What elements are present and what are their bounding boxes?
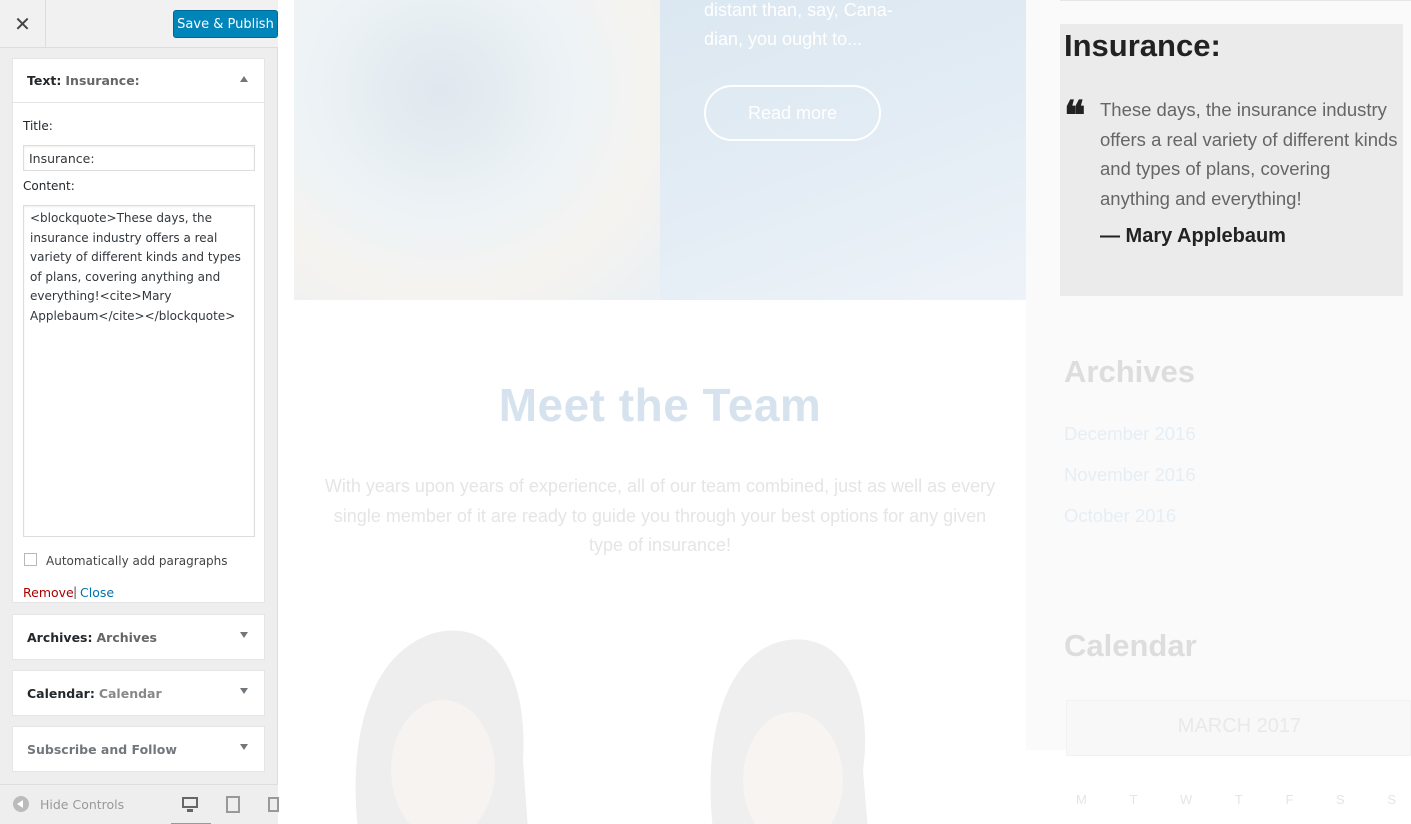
team-description: With years upon years of experience, all…	[324, 476, 996, 555]
widget-title-label: Insurance:	[65, 73, 140, 88]
widget-type-label: Text:	[27, 73, 62, 88]
calendar-widget-header[interactable]: Calendar: Calendar	[13, 671, 264, 715]
divider	[1060, 0, 1411, 1]
archive-link[interactable]: October 2016	[1064, 505, 1176, 527]
weekday: T	[1234, 792, 1243, 807]
site-preview: distant than, say, Cana-dian, you ought …	[278, 0, 1411, 824]
calendar-widget-title: Calendar	[1064, 628, 1197, 663]
insurance-widget-title: Insurance:	[1064, 28, 1221, 63]
calendar-widget[interactable]: Calendar: Calendar	[12, 670, 265, 716]
close-icon: ✕	[14, 12, 31, 36]
save-publish-button[interactable]: Save & Publish	[173, 10, 278, 38]
widget-title-label: Archives	[96, 629, 158, 645]
insurance-cite: — Mary Applebaum	[1100, 225, 1286, 247]
weekday: S	[1387, 792, 1396, 807]
expand-arrow-icon[interactable]	[240, 688, 248, 694]
text-widget-header[interactable]: Text: Insurance:	[13, 59, 264, 103]
calendar-month: MARCH 2017	[1177, 715, 1302, 737]
title-label: Title:	[23, 119, 53, 133]
team-title: Meet the Team	[498, 379, 822, 431]
collapse-icon	[13, 796, 29, 812]
customizer-footer: Hide Controls	[0, 784, 279, 824]
weekday: M	[1076, 792, 1087, 807]
hide-controls-button[interactable]: Hide Controls	[13, 796, 124, 812]
team-member-photo	[673, 620, 878, 824]
archive-link[interactable]: December 2016	[1064, 423, 1196, 445]
archives-widget-title: Archives	[1064, 354, 1195, 389]
hero-section: distant than, say, Cana-dian, you ought …	[294, 0, 1045, 300]
calendar-weekdays: M T W T F S S	[1076, 792, 1396, 807]
expand-arrow-icon[interactable]	[240, 744, 248, 750]
link-separator: |	[73, 584, 78, 599]
auto-paragraphs-checkbox[interactable]	[24, 553, 37, 566]
team-member-photo	[328, 620, 538, 824]
title-input[interactable]	[23, 145, 255, 171]
weekday: F	[1285, 792, 1294, 807]
hide-controls-label: Hide Controls	[40, 796, 125, 812]
content-textarea[interactable]: <blockquote>These days, the insurance in…	[23, 205, 255, 537]
subscribe-widget-header[interactable]: Subscribe and Follow	[13, 727, 264, 771]
hero-excerpt: distant than, say, Cana-dian, you ought …	[704, 0, 893, 49]
weekday: T	[1129, 792, 1138, 807]
close-link[interactable]: Close	[80, 585, 114, 600]
archive-link[interactable]: November 2016	[1064, 464, 1196, 486]
calendar-caption: MARCH 2017	[1066, 700, 1411, 756]
customizer-app: distant than, say, Cana-dian, you ought …	[0, 0, 1411, 824]
weekday: S	[1336, 792, 1345, 807]
tablet-icon[interactable]	[224, 795, 244, 815]
archives-widget[interactable]: Archives: Archives	[12, 614, 265, 660]
hero-image-left	[294, 0, 660, 300]
insurance-widget[interactable]: Insurance: ❝ These days, the insurance i…	[1060, 24, 1403, 296]
team-member-image	[710, 639, 868, 824]
collapse-arrow-icon[interactable]	[240, 76, 248, 82]
weekday: W	[1180, 792, 1193, 807]
customizer-header: ✕ Save & Publish	[0, 0, 278, 48]
close-customizer-button[interactable]: ✕	[0, 0, 46, 48]
text-widget: Text: Insurance: Title: Content: <blockq…	[12, 58, 265, 603]
widget-type-label: Archives:	[27, 629, 93, 645]
subscribe-widget[interactable]: Subscribe and Follow	[12, 726, 265, 772]
widget-title-label: Calendar	[98, 685, 162, 701]
widgets-panel: Text: Insurance: Title: Content: <blockq…	[0, 48, 278, 784]
team-member-image	[355, 630, 528, 824]
read-more-button[interactable]: Read more	[704, 85, 881, 141]
widget-type-label: Subscribe and Follow	[27, 741, 177, 757]
quote-icon: ❝	[1064, 92, 1086, 139]
remove-link[interactable]: Remove	[23, 585, 74, 600]
auto-paragraphs-label: Automatically add paragraphs	[46, 554, 228, 568]
insurance-quote: These days, the insurance industry offer…	[1100, 99, 1398, 209]
widget-type-label: Calendar:	[27, 685, 95, 701]
archives-widget-header[interactable]: Archives: Archives	[13, 615, 264, 659]
customizer-sidebar: ✕ Save & Publish Text: Insurance: Title:…	[0, 0, 279, 824]
expand-arrow-icon[interactable]	[240, 632, 248, 638]
mobile-icon[interactable]	[266, 795, 286, 815]
desktop-icon[interactable]	[171, 795, 211, 824]
content-label: Content:	[23, 179, 75, 193]
